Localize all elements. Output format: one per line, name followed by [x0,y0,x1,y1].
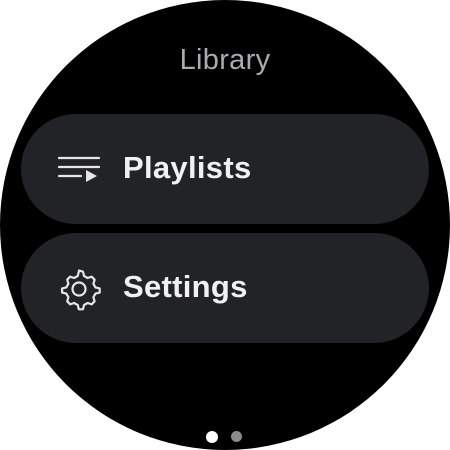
playlist-play-icon [57,156,101,182]
page-title: Library [179,44,271,76]
playlists-chip[interactable]: Playlists [21,114,429,224]
page-dot-inactive [231,431,242,442]
playlists-label: Playlists [123,150,252,185]
settings-chip[interactable]: Settings [21,233,429,343]
watch-screen: Library Playlists Settings [0,0,450,450]
gear-icon [61,269,101,311]
page-dot-active [206,431,218,443]
settings-label: Settings [123,269,248,304]
page-indicator [0,431,450,443]
